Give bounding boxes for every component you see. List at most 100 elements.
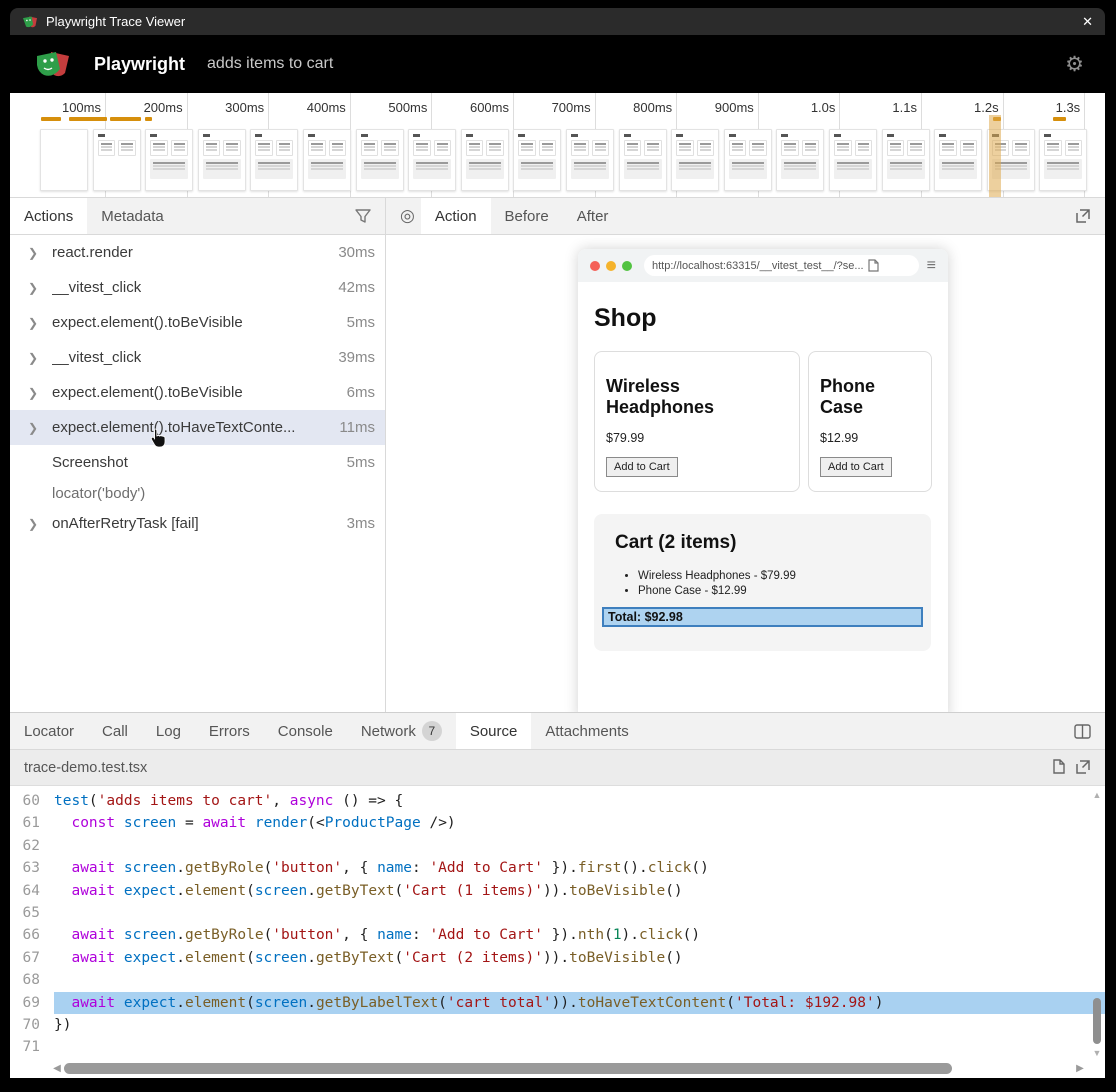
tab-action[interactable]: Action — [421, 198, 491, 234]
scroll-up-icon[interactable]: ▲ — [1091, 790, 1103, 800]
expand-chevron-icon[interactable]: ❯ — [28, 281, 52, 295]
vertical-scroll-thumb[interactable] — [1093, 998, 1101, 1044]
action-row[interactable]: Screenshot5ms — [10, 445, 385, 480]
action-row[interactable]: ❯__vitest_click39ms — [10, 340, 385, 375]
add-to-cart-button[interactable]: Add to Cart — [820, 457, 892, 477]
open-source-external-icon[interactable] — [1075, 759, 1091, 775]
scroll-right-icon[interactable]: ▶ — [1073, 1063, 1087, 1074]
horizontal-scroll-thumb[interactable] — [64, 1063, 952, 1074]
action-row[interactable]: ❯expect.element().toHaveTextConte...11ms — [10, 410, 385, 445]
code-line[interactable]: 64 await expect.element(screen.getByText… — [10, 880, 1105, 902]
timeline-thumbnail[interactable] — [461, 129, 509, 191]
scroll-down-icon[interactable]: ▼ — [1091, 1048, 1103, 1058]
timeline-thumbnail[interactable] — [40, 129, 88, 191]
timeline-action-marker — [145, 117, 152, 121]
code-line[interactable]: 67 await expect.element(screen.getByText… — [10, 947, 1105, 969]
action-duration: 3ms — [339, 515, 375, 532]
action-row[interactable]: ❯expect.element().toBeVisible5ms — [10, 305, 385, 340]
tab-attachments[interactable]: Attachments — [531, 713, 642, 749]
timeline-thumbnail[interactable] — [934, 129, 982, 191]
code-line[interactable]: 61 const screen = await render(<ProductP… — [10, 812, 1105, 834]
timeline-thumbnail[interactable] — [619, 129, 667, 191]
expand-chevron-icon[interactable]: ❯ — [28, 386, 52, 400]
timeline-thumbnail[interactable] — [1039, 129, 1087, 191]
code-line[interactable]: 62 — [10, 835, 1105, 857]
scroll-left-icon[interactable]: ◀ — [50, 1063, 64, 1074]
browser-url-bar[interactable]: http://localhost:63315/__vitest_test__/?… — [644, 255, 919, 276]
code-line[interactable]: 63 await screen.getByRole('button', { na… — [10, 857, 1105, 879]
tab-call[interactable]: Call — [88, 713, 142, 749]
code-text: await screen.getByRole('button', { name:… — [54, 924, 1105, 946]
expand-chevron-icon[interactable]: ❯ — [28, 517, 52, 531]
cart-heading: Cart (2 items) — [615, 532, 931, 554]
expand-chevron-icon[interactable]: ❯ — [28, 316, 52, 330]
pick-locator-icon[interactable]: ◎ — [386, 198, 421, 234]
expand-chevron-icon[interactable]: ❯ — [28, 246, 52, 260]
timeline-filmstrip[interactable] — [10, 129, 1105, 193]
code-line[interactable]: 60test('adds items to cart', async () =>… — [10, 790, 1105, 812]
add-to-cart-button[interactable]: Add to Cart — [606, 457, 678, 477]
timeline-thumbnail[interactable] — [776, 129, 824, 191]
timeline-thumbnail[interactable] — [356, 129, 404, 191]
timeline-thumbnail[interactable] — [513, 129, 561, 191]
code-line[interactable]: 65 — [10, 902, 1105, 924]
tab-log[interactable]: Log — [142, 713, 195, 749]
code-line[interactable]: 71 — [10, 1036, 1105, 1058]
code-vertical-scrollbar[interactable]: ▲ ▼ — [1091, 790, 1103, 1058]
tab-metadata[interactable]: Metadata — [87, 198, 178, 234]
timeline-thumbnail[interactable] — [198, 129, 246, 191]
tab-before[interactable]: Before — [491, 198, 563, 234]
actions-tabbar: Actions Metadata — [10, 198, 385, 235]
timeline-action-marker — [69, 117, 107, 121]
timeline-tick-label: 900ms — [715, 100, 758, 115]
action-name: __vitest_click — [52, 349, 141, 366]
action-row[interactable]: ❯onAfterRetryTask [fail]3ms — [10, 506, 385, 541]
split-view-icon[interactable] — [1060, 713, 1105, 749]
tab-actions[interactable]: Actions — [10, 198, 87, 234]
line-number: 67 — [10, 947, 54, 969]
timeline-thumbnail[interactable] — [93, 129, 141, 191]
tab-network[interactable]: Network7 — [347, 713, 456, 749]
code-line[interactable]: 68 — [10, 969, 1105, 991]
code-horizontal-scrollbar[interactable]: ◀ ▶ — [50, 1062, 1087, 1075]
timeline-thumbnail[interactable] — [408, 129, 456, 191]
timeline-tick-label: 500ms — [388, 100, 431, 115]
product-card: Wireless Headphones $79.99 Add to Cart — [594, 351, 800, 492]
copy-source-icon[interactable] — [1050, 759, 1065, 776]
tab-console[interactable]: Console — [264, 713, 347, 749]
code-line[interactable]: 66 await screen.getByRole('button', { na… — [10, 924, 1105, 946]
copy-url-icon[interactable] — [868, 259, 879, 272]
tab-errors[interactable]: Errors — [195, 713, 264, 749]
timeline-tick-label: 700ms — [552, 100, 595, 115]
filter-icon[interactable] — [341, 198, 385, 234]
code-line-highlighted[interactable]: 69 await expect.element(screen.getByLabe… — [10, 992, 1105, 1014]
browser-dot-yellow — [606, 261, 616, 271]
timeline-thumbnail[interactable] — [882, 129, 930, 191]
settings-gear-icon[interactable]: ⚙ — [1065, 52, 1084, 77]
source-code-view[interactable]: 60test('adds items to cart', async () =>… — [10, 786, 1105, 1078]
timeline-thumbnail[interactable] — [303, 129, 351, 191]
timeline-thumbnail[interactable] — [671, 129, 719, 191]
timeline[interactable]: 100ms200ms300ms400ms500ms600ms700ms800ms… — [10, 93, 1105, 197]
timeline-thumbnail[interactable] — [724, 129, 772, 191]
expand-chevron-icon[interactable]: ❯ — [28, 351, 52, 365]
tab-after[interactable]: After — [563, 198, 623, 234]
browser-menu-icon[interactable]: ≡ — [927, 257, 936, 275]
browser-dot-green — [622, 261, 632, 271]
action-row[interactable]: ❯__vitest_click42ms — [10, 270, 385, 305]
timeline-selected-band — [989, 115, 1001, 197]
action-row[interactable]: ❯expect.element().toBeVisible6ms — [10, 375, 385, 410]
timeline-thumbnail[interactable] — [145, 129, 193, 191]
timeline-thumbnail[interactable] — [250, 129, 298, 191]
tab-source[interactable]: Source — [456, 713, 532, 749]
action-row[interactable]: ❯react.render30ms — [10, 235, 385, 270]
code-line[interactable]: 70}) — [10, 1014, 1105, 1036]
timeline-thumbnail[interactable] — [829, 129, 877, 191]
close-icon[interactable]: ✕ — [1082, 14, 1093, 30]
browser-dot-red — [590, 261, 600, 271]
expand-chevron-icon[interactable]: ❯ — [28, 421, 52, 435]
open-external-icon[interactable] — [1061, 198, 1105, 234]
timeline-thumbnail[interactable] — [566, 129, 614, 191]
product-title: Wireless Headphones — [606, 376, 788, 418]
tab-locator[interactable]: Locator — [10, 713, 88, 749]
